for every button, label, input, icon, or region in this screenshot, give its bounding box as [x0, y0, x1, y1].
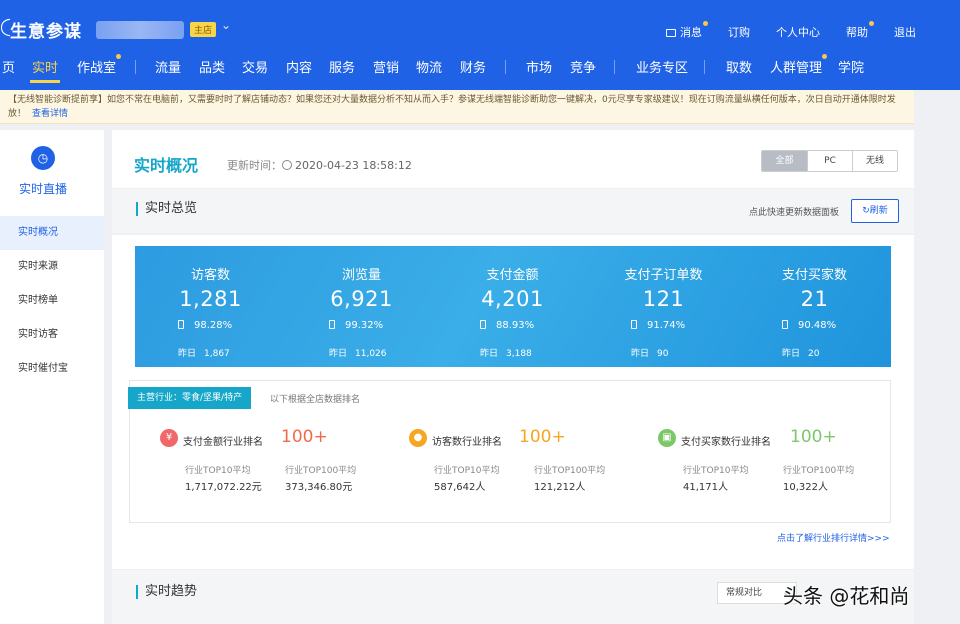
nav-item-home[interactable]: 页 [2, 57, 15, 76]
rank-visitors: ● 访客数行业排名 100+ 行业TOP10平均 587,642人 行业TOP1… [379, 427, 609, 517]
mobile-icon [480, 320, 486, 329]
section-title: 实时总览 [136, 202, 197, 216]
nav-item-competition[interactable]: 竞争 [570, 57, 596, 76]
nav-item-finance[interactable]: 财务 [460, 57, 486, 76]
top-links: 消息 订购 个人中心 帮助 退出 [640, 21, 916, 40]
app-logo[interactable]: ◯生意参谋 [0, 17, 82, 42]
section-title: 实时趋势 [136, 585, 197, 599]
nav-item-market[interactable]: 市场 [526, 57, 552, 76]
industry-tag: 主营行业：零食/坚果/特产 [128, 387, 252, 409]
nav-item-content[interactable]: 内容 [286, 57, 312, 76]
yen-icon: ¥ [160, 429, 178, 447]
segment-pc[interactable]: PC [807, 151, 852, 171]
industry-details-link[interactable]: 点击了解行业排行详情>>> [777, 531, 890, 544]
sidebar-title: 实时直播 [18, 182, 67, 196]
top-link-logout[interactable]: 退出 [894, 24, 916, 40]
top-link-help[interactable]: 帮助 [846, 21, 874, 40]
overview-header: 实时概况 更新时间： 2020-04-23 18:58:12 全部 PC 无线 [112, 130, 914, 188]
active-nav-underline [30, 80, 60, 83]
nav-divider [135, 60, 136, 74]
notification-dot [822, 54, 828, 59]
stat-payment-amount: 支付金额 4,201 88.93% 昨日 3,188 [480, 268, 544, 359]
nav-item-realtime[interactable]: 实时 [32, 57, 58, 76]
shop-name-blurred [96, 21, 184, 39]
mobile-icon [178, 320, 184, 329]
top-link-messages[interactable]: 消息 [666, 21, 708, 40]
page-title: 实时概况 [134, 156, 199, 175]
nav-item-business-zone[interactable]: 业务专区 [636, 57, 688, 76]
stat-visitors: 访客数 1,281 98.28% 昨日 1,867 [178, 268, 242, 359]
sidebar-item-realtime-ranking[interactable]: 实时榜单 [0, 284, 104, 318]
notice-details-link[interactable]: 查看详情 [32, 109, 68, 119]
stat-pageviews: 浏览量 6,921 99.32% 昨日 11,026 [329, 268, 393, 359]
sidebar-item-realtime-visitors[interactable]: 实时访客 [0, 318, 104, 352]
nav-divider [614, 60, 615, 74]
stat-sub-orders: 支付子订单数 121 91.74% 昨日 90 [624, 268, 703, 359]
sidebar: ◷ 实时直播 实时概况 实时来源 实时榜单 实时访客 实时催付宝 [0, 130, 104, 624]
industry-ranking-panel: 主营行业：零食/坚果/特产 以下根据全店数据排名 ¥ 支付金额行业排名 100+… [128, 380, 891, 523]
sidebar-item-realtime-source[interactable]: 实时来源 [0, 250, 104, 284]
logo-ring-icon: ◯ [0, 17, 10, 37]
nav-item-logistics[interactable]: 物流 [416, 57, 442, 76]
top-link-subscribe[interactable]: 订购 [728, 24, 750, 40]
device-segment-control: 全部 PC 无线 [761, 150, 898, 172]
nav-item-data-fetch[interactable]: 取数 [726, 57, 752, 76]
top-header: ◯生意参谋 主店 ⌄ 消息 订购 个人中心 帮助 退出 页 实时 作战室 流量 … [0, 0, 960, 90]
clock-icon [282, 160, 292, 170]
nav-item-crowd-management[interactable]: 人群管理 [770, 54, 828, 76]
shop-badge: 主店 [190, 22, 217, 37]
nav-item-service[interactable]: 服务 [329, 57, 355, 76]
buyer-icon: ▣ [658, 429, 676, 447]
nav-item-war-room[interactable]: 作战室 [77, 54, 122, 76]
top-link-profile[interactable]: 个人中心 [776, 24, 820, 40]
notice-text: 【无线智能诊断提前享】如您不常在电脑前，又需要时时了解店铺动态？如果您还对大量数… [8, 95, 896, 119]
sidebar-item-realtime-payment-reminder[interactable]: 实时催付宝 [0, 352, 104, 386]
notification-dot [869, 21, 874, 26]
mail-icon [666, 29, 676, 37]
nav-item-marketing[interactable]: 营销 [373, 57, 399, 76]
refresh-button[interactable]: ↻刷新 [851, 199, 899, 223]
sidebar-item-realtime-overview[interactable]: 实时概况 [0, 216, 104, 250]
user-icon: ● [409, 429, 427, 447]
refresh-icon: ↻ [862, 206, 870, 216]
mobile-icon [329, 320, 335, 329]
refresh-hint: 点此快速更新数据面板 [749, 208, 840, 218]
clock-icon: ◷ [31, 146, 55, 170]
chevron-down-icon[interactable]: ⌄ [221, 18, 231, 32]
nav-item-academy[interactable]: 学院 [838, 57, 864, 76]
notification-dot [116, 54, 122, 59]
segment-all[interactable]: 全部 [762, 151, 807, 171]
nav-divider [704, 60, 705, 74]
nav-item-traffic[interactable]: 流量 [155, 57, 181, 76]
nav-divider [505, 60, 506, 74]
summary-section-header: 实时总览 点此快速更新数据面板 ↻刷新 [112, 189, 914, 233]
segment-wireless[interactable]: 无线 [852, 151, 897, 171]
stat-buyers: 支付买家数 21 90.48% 昨日 20 [781, 268, 847, 359]
nav-item-category[interactable]: 品类 [199, 57, 225, 76]
notification-dot [703, 21, 708, 26]
nav-item-transactions[interactable]: 交易 [242, 57, 268, 76]
industry-hint: 以下根据全店数据排名 [270, 395, 361, 405]
rank-payment-amount: ¥ 支付金额行业排名 100+ 行业TOP10平均 1,717,072.22元 … [130, 427, 360, 517]
mobile-icon [631, 320, 637, 329]
update-time: 更新时间： 2020-04-23 18:58:12 [227, 159, 412, 172]
notice-banner: 【无线智能诊断提前享】如您不常在电脑前，又需要时时了解店铺动态？如果您还对大量数… [0, 90, 914, 124]
logo-text: 生意参谋 [10, 22, 82, 42]
watermark: 头条 @花和尚 [783, 584, 910, 608]
stats-panel: 访客数 1,281 98.28% 昨日 1,867 浏览量 6,921 99.32… [135, 246, 891, 367]
mobile-icon [782, 320, 788, 329]
summary-card: 访客数 1,281 98.28% 昨日 1,867 浏览量 6,921 99.32… [112, 235, 914, 569]
rank-buyers: ▣ 支付买家数行业排名 100+ 行业TOP10平均 41,171人 行业TOP… [628, 427, 858, 517]
